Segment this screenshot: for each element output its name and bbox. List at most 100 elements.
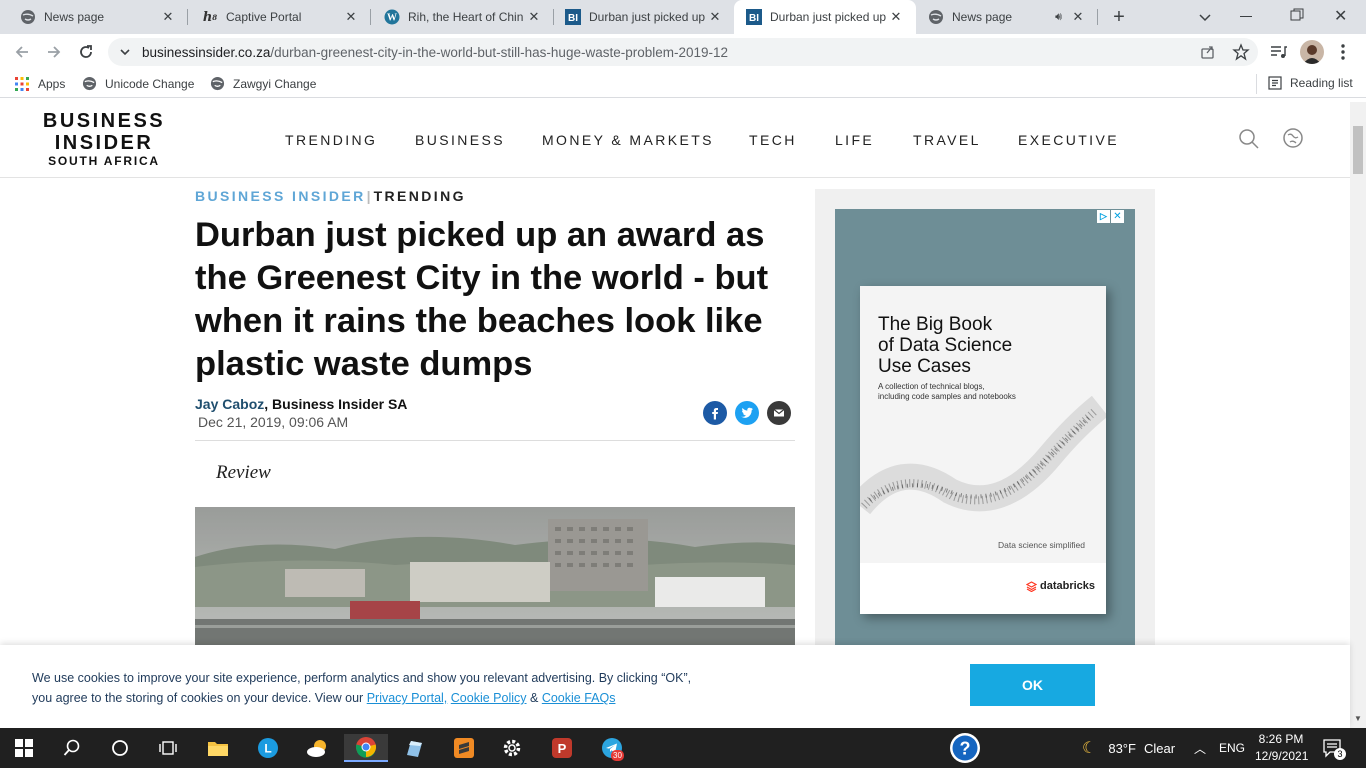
settings-gear-icon[interactable] bbox=[498, 734, 526, 762]
ad-title-line: The Big Book bbox=[878, 314, 993, 335]
svg-text:BI: BI bbox=[749, 13, 759, 24]
publication-name: , Business Insider SA bbox=[264, 396, 408, 412]
email-share-icon[interactable] bbox=[767, 401, 791, 425]
svg-text:?: ? bbox=[960, 739, 971, 759]
tab-title: News page bbox=[44, 10, 105, 24]
chrome-taskbar-icon[interactable] bbox=[344, 734, 388, 762]
byline: Jay Caboz, Business Insider SA bbox=[195, 396, 407, 412]
close-tab-icon[interactable]: ✕ bbox=[526, 9, 542, 25]
ad-book-title: The Big Book of Data Science Use Cases bbox=[878, 314, 1012, 377]
cortana-icon[interactable] bbox=[106, 734, 134, 762]
task-view-icon[interactable] bbox=[154, 734, 182, 762]
telegram-icon[interactable]: 30 bbox=[598, 734, 626, 762]
tab-news-page-2[interactable]: News page 🔊︎ ✕ bbox=[916, 0, 1098, 34]
bookmark-apps[interactable]: Apps bbox=[14, 76, 65, 92]
menu-kebab-icon[interactable] bbox=[1340, 43, 1346, 61]
weather-widget[interactable]: ☾ 83°F Clear bbox=[1082, 738, 1175, 758]
svg-text:L: L bbox=[264, 742, 271, 756]
bookmark-star-icon[interactable] bbox=[1232, 43, 1250, 61]
logo-line-south-africa: SOUTH AFRICA bbox=[48, 154, 160, 168]
forward-icon[interactable] bbox=[44, 42, 64, 62]
edition-globe-icon[interactable] bbox=[1282, 127, 1304, 149]
close-tab-icon[interactable]: ✕ bbox=[888, 9, 904, 25]
scroll-down-arrow-icon[interactable]: ▼ bbox=[1354, 714, 1362, 723]
headline-line: the Greenest City in the world - but bbox=[195, 259, 769, 297]
nav-executive[interactable]: EXECUTIVE bbox=[1018, 132, 1119, 148]
nav-business[interactable]: BUSINESS bbox=[415, 132, 505, 148]
tab-title: Durban just picked up bbox=[770, 10, 887, 24]
reload-icon[interactable] bbox=[76, 42, 96, 62]
facebook-share-icon[interactable] bbox=[703, 401, 727, 425]
tab-title: Durban just picked up bbox=[589, 10, 706, 24]
close-tab-icon[interactable]: ✕ bbox=[343, 9, 359, 25]
nav-travel[interactable]: TRAVEL bbox=[913, 132, 981, 148]
bookmark-unicode-change[interactable]: Unicode Change bbox=[82, 76, 194, 91]
cookie-banner: We use cookies to improve your site expe… bbox=[0, 645, 1350, 728]
search-icon[interactable] bbox=[1238, 128, 1260, 150]
page-scrollbar[interactable]: ▼ bbox=[1350, 102, 1366, 728]
close-tab-icon[interactable]: ✕ bbox=[707, 9, 723, 25]
nav-tech[interactable]: TECH bbox=[749, 132, 797, 148]
tab-title: News page bbox=[952, 10, 1013, 24]
ad-choices[interactable]: ▷ ✕ bbox=[1097, 210, 1124, 223]
windows-start-icon[interactable] bbox=[10, 734, 38, 762]
weather-condition: Clear bbox=[1143, 740, 1176, 756]
site-logo[interactable]: BUSINESS INSIDER SOUTH AFRICA bbox=[38, 110, 170, 168]
svg-text:P: P bbox=[558, 741, 567, 756]
back-icon[interactable] bbox=[12, 42, 32, 62]
file-explorer-icon[interactable] bbox=[204, 734, 232, 762]
action-center-icon[interactable]: 3 bbox=[1322, 738, 1346, 760]
tab-search-icon[interactable] bbox=[1196, 8, 1214, 26]
headline-line: when it rains the beaches look like bbox=[195, 302, 763, 340]
speaker-icon[interactable]: 🔊︎ bbox=[1055, 11, 1062, 24]
system-clock[interactable]: 8:26 PM 12/9/2021 bbox=[1255, 731, 1308, 765]
svg-text:W: W bbox=[387, 13, 397, 24]
help-question-icon[interactable]: ? bbox=[948, 731, 982, 765]
ad-close-icon[interactable]: ✕ bbox=[1111, 210, 1124, 223]
tab-news-page[interactable]: News page ✕ bbox=[0, 0, 188, 34]
section-brand[interactable]: BUSINESS INSIDER bbox=[195, 188, 366, 204]
reading-list-button[interactable]: Reading list bbox=[1268, 76, 1353, 90]
cookie-ok-button[interactable]: OK bbox=[970, 664, 1095, 706]
lightshot-icon[interactable]: L bbox=[254, 734, 282, 762]
close-tab-icon[interactable]: ✕ bbox=[1070, 9, 1086, 25]
weather-app-icon[interactable] bbox=[304, 734, 332, 762]
media-queue-icon[interactable] bbox=[1270, 44, 1288, 60]
tab-durban-1[interactable]: BI Durban just picked up ✕ bbox=[545, 0, 735, 34]
ad-info-icon[interactable]: ▷ bbox=[1097, 210, 1110, 223]
taskbar-search-icon[interactable] bbox=[58, 734, 86, 762]
section-name[interactable]: TRENDING bbox=[374, 188, 466, 204]
cookie-faqs-link[interactable]: Cookie FAQs bbox=[542, 691, 616, 705]
ad-banner[interactable]: ▷ ✕ The Big Book of Data Science Use Cas… bbox=[835, 209, 1135, 645]
byline-divider bbox=[195, 440, 795, 441]
input-language[interactable]: ENG bbox=[1219, 741, 1245, 755]
profile-avatar[interactable] bbox=[1300, 40, 1324, 64]
psiphon-icon[interactable]: P bbox=[548, 734, 576, 762]
privacy-portal-link[interactable]: Privacy Portal, bbox=[367, 691, 448, 705]
site-info-chevron-icon[interactable] bbox=[118, 45, 132, 59]
new-tab-button[interactable]: + bbox=[1108, 6, 1130, 28]
nav-life[interactable]: LIFE bbox=[835, 132, 874, 148]
address-bar[interactable]: businessinsider.co.za/durban-greenest-ci… bbox=[108, 38, 1258, 66]
scrollbar-thumb[interactable] bbox=[1353, 126, 1363, 174]
app-cube-icon[interactable] bbox=[400, 734, 428, 762]
sublime-text-icon[interactable] bbox=[450, 734, 478, 762]
bookmark-zawgyi-change[interactable]: Zawgyi Change bbox=[210, 76, 316, 91]
tab-captive-portal[interactable]: h8 Captive Portal ✕ bbox=[182, 0, 371, 34]
h8-icon: h8 bbox=[202, 9, 218, 25]
author-link[interactable]: Jay Caboz bbox=[195, 396, 264, 412]
twitter-share-icon[interactable] bbox=[735, 401, 759, 425]
restore-icon[interactable] bbox=[1290, 8, 1304, 22]
minimize-icon[interactable] bbox=[1240, 16, 1252, 17]
tab-durban-active[interactable]: BI Durban just picked up ✕ bbox=[734, 0, 916, 34]
show-hidden-icons-chevron-icon[interactable]: ︿ bbox=[1194, 740, 1206, 757]
nav-money-markets[interactable]: MONEY & MARKETS bbox=[542, 132, 714, 148]
databricks-logo-icon bbox=[1026, 580, 1037, 592]
nav-trending[interactable]: TRENDING bbox=[285, 132, 377, 148]
tab-rih[interactable]: W Rih, the Heart of Chin ✕ bbox=[364, 0, 554, 34]
cookie-policy-link[interactable]: Cookie Policy bbox=[451, 691, 527, 705]
share-icon[interactable] bbox=[1200, 44, 1216, 60]
close-tab-icon[interactable]: ✕ bbox=[160, 9, 176, 25]
section-separator: | bbox=[366, 188, 371, 204]
close-window-icon[interactable]: ✕ bbox=[1334, 6, 1350, 25]
